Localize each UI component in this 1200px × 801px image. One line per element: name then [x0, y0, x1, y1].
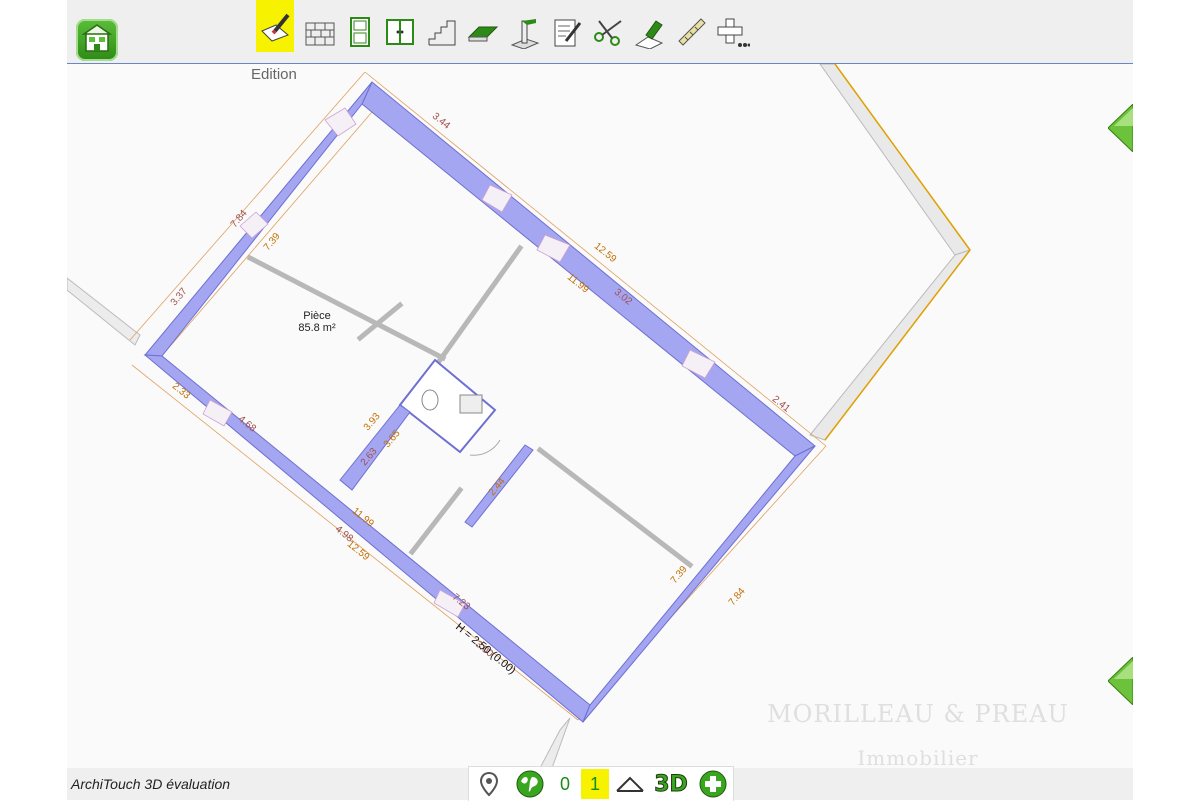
- note-edit-icon: [554, 19, 582, 47]
- globe-button[interactable]: [513, 769, 547, 799]
- draw-pencil-icon: [261, 13, 290, 42]
- level-1-button[interactable]: 1: [581, 769, 609, 799]
- bathroom[interactable]: [339, 358, 534, 528]
- add-more-icon: [717, 18, 750, 47]
- roof-icon: [616, 776, 644, 792]
- room-name: Pièce: [303, 310, 331, 322]
- tool-window[interactable]: [381, 12, 419, 52]
- house-view-button[interactable]: [613, 769, 647, 799]
- column-icon: [510, 19, 540, 49]
- brick-wall-icon: [305, 22, 335, 46]
- floor-slab-icon: [467, 26, 499, 42]
- tool-measure[interactable]: [673, 12, 711, 52]
- tool-column[interactable]: [506, 12, 544, 52]
- tool-wall[interactable]: [301, 12, 339, 52]
- add-circle-icon: [699, 770, 727, 798]
- window-icon: [386, 19, 414, 45]
- tool-erase[interactable]: [630, 12, 668, 52]
- stairs-icon: [428, 20, 456, 46]
- app-title: ArchiTouch 3D évaluation: [71, 776, 231, 792]
- level-0-button[interactable]: 0: [551, 769, 579, 799]
- door-icon: [350, 17, 370, 47]
- dimension-label: 7.84: [727, 586, 748, 608]
- tool-cut[interactable]: [589, 12, 627, 52]
- globe-icon: [516, 770, 544, 798]
- tool-draw[interactable]: [256, 0, 294, 52]
- tool-more[interactable]: [714, 12, 752, 52]
- dimension-label: 3.44: [430, 111, 452, 132]
- dimension-label: 7.39: [262, 231, 283, 253]
- scissors-icon: [594, 20, 622, 46]
- eraser-icon: [634, 20, 664, 49]
- room-area: 85.8 m²: [298, 322, 336, 334]
- location-button[interactable]: [475, 769, 503, 799]
- tool-stairs[interactable]: [423, 12, 461, 52]
- dimension-label: 12.59: [345, 539, 372, 564]
- watermark: MORILLEAU & PREAU Immobilier: [748, 700, 1088, 770]
- ruler-icon: [678, 18, 706, 46]
- add-button[interactable]: [697, 769, 729, 799]
- house-icon: [81, 24, 113, 52]
- floor-plan[interactable]: 3.44 12.59 3.02 11.99 2.41 7.84 7.39 3.3…: [67, 64, 1133, 768]
- view-controls: 0 1 3D: [468, 766, 734, 801]
- watermark-line2: Immobilier: [857, 746, 979, 770]
- view-3d-label: 3D: [654, 771, 689, 797]
- location-pin-icon: [479, 771, 499, 797]
- watermark-line1: MORILLEAU & PREAU: [767, 700, 1069, 728]
- view-3d-button[interactable]: 3D: [653, 769, 689, 799]
- dimension-label: 7.39: [669, 564, 690, 586]
- tool-door[interactable]: [341, 12, 379, 52]
- home-button[interactable]: [76, 19, 118, 61]
- tool-note[interactable]: [548, 12, 586, 52]
- dimension-label: 12.59: [592, 241, 619, 266]
- tool-slab[interactable]: [464, 12, 502, 52]
